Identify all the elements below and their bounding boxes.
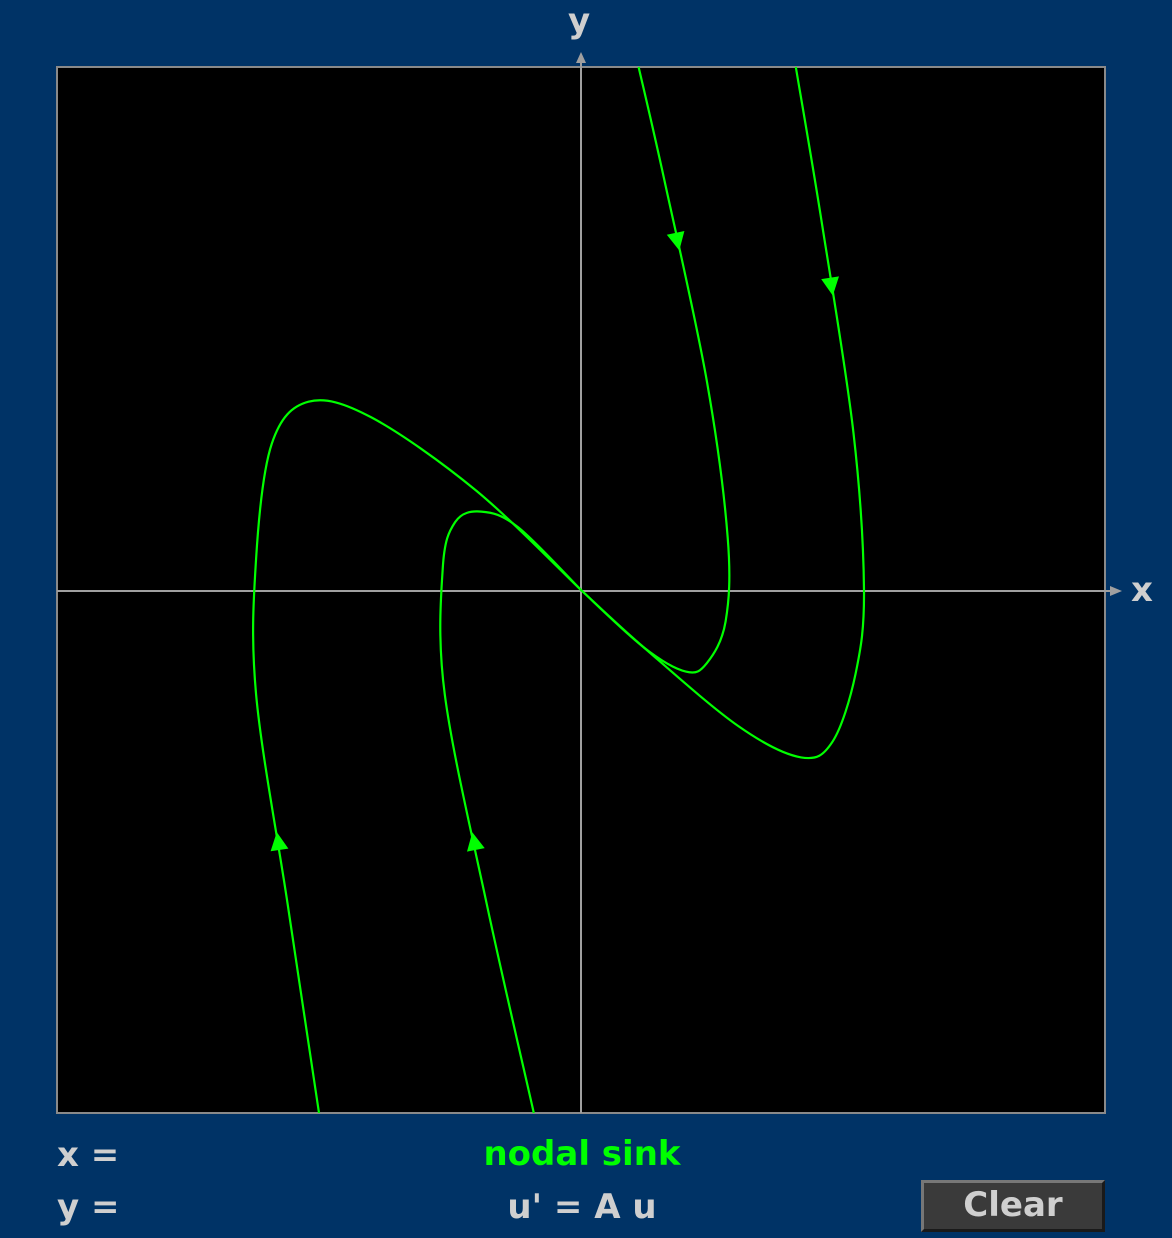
x-axis-arrowhead (1110, 586, 1122, 596)
phase-plane[interactable] (0, 0, 1172, 1130)
system-equation: u' = A u (507, 1187, 657, 1227)
y-coordinate-readout: y = (57, 1187, 120, 1227)
y-axis-label: y (568, 1, 591, 41)
y-axis-arrowhead (576, 52, 586, 63)
x-coordinate-readout: x = (57, 1135, 120, 1175)
clear-button[interactable]: Clear (921, 1180, 1105, 1232)
x-axis-label: x (1131, 570, 1153, 610)
equilibrium-classification: nodal sink (483, 1134, 681, 1174)
